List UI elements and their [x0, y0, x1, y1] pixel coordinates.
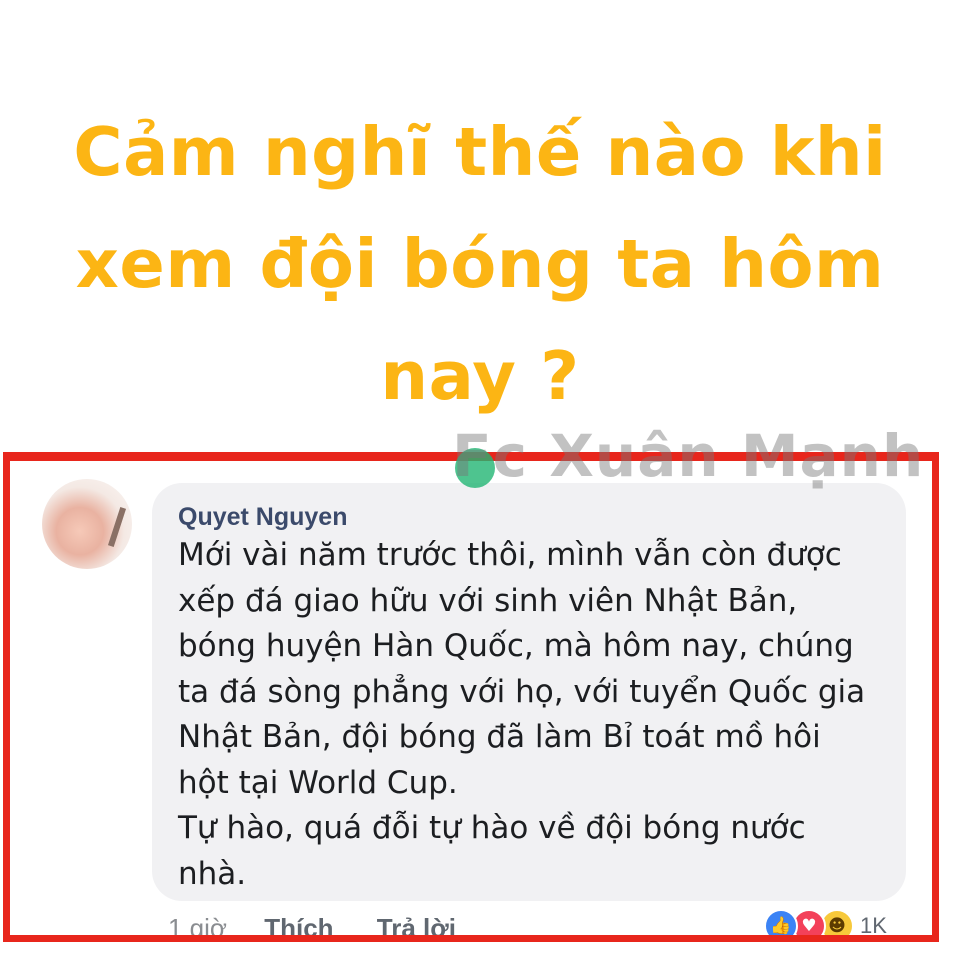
comment-line: nhà. — [178, 855, 247, 892]
comment-line: xếp đá giao hữu với sinh viên Nhật Bản, — [178, 582, 798, 619]
reaction-count: 1K — [860, 913, 887, 938]
headline-line-1: Cảm nghĩ thế nào khi — [73, 113, 887, 191]
reply-button[interactable]: Trả lời — [377, 913, 456, 935]
headline-line-2: xem đội bóng ta hôm — [75, 225, 885, 303]
comment-line: Mới vài năm trước thôi, mình vẫn còn đượ… — [178, 537, 842, 573]
like-button[interactable]: Thích — [264, 913, 333, 935]
reactions-summary[interactable]: 👍 ♥ ☻ 1K — [760, 907, 910, 938]
comment-bubble: Quyet Nguyen Mới vài năm trước thôi, mìn… — [152, 483, 906, 901]
comment-line: bóng huyện Hàn Quốc, mà hôm nay, chúng — [178, 628, 854, 664]
comment-actions: 1 giờ Thích Trả lời — [168, 913, 492, 935]
comment-line: hột tại World Cup. — [178, 764, 458, 801]
avatar[interactable] — [42, 479, 132, 569]
comment-author[interactable]: Quyet Nguyen — [178, 503, 347, 532]
comment-line: Tự hào, quá đỗi tự hào về đội bóng nước — [178, 810, 806, 846]
comment-text: Mới vài năm trước thôi, mình vẫn còn đượ… — [178, 533, 898, 897]
avatar-detail — [107, 507, 127, 547]
comment-line: Nhật Bản, đội bóng đã làm Bỉ toát mồ hôi — [178, 719, 821, 755]
comment-highlight-frame: Quyet Nguyen Mới vài năm trước thôi, mìn… — [3, 452, 939, 942]
headline: Cảm nghĩ thế nào khi xem đội bóng ta hôm… — [0, 96, 960, 432]
headline-line-3: nay ? — [380, 337, 580, 415]
like-icon: 👍 — [764, 909, 798, 935]
comment-line: ta đá sòng phẳng với họ, với tuyển Quốc … — [178, 673, 866, 710]
comment-time[interactable]: 1 giờ — [168, 913, 227, 935]
watermark: Fc Xuân Mạnh — [452, 422, 925, 490]
